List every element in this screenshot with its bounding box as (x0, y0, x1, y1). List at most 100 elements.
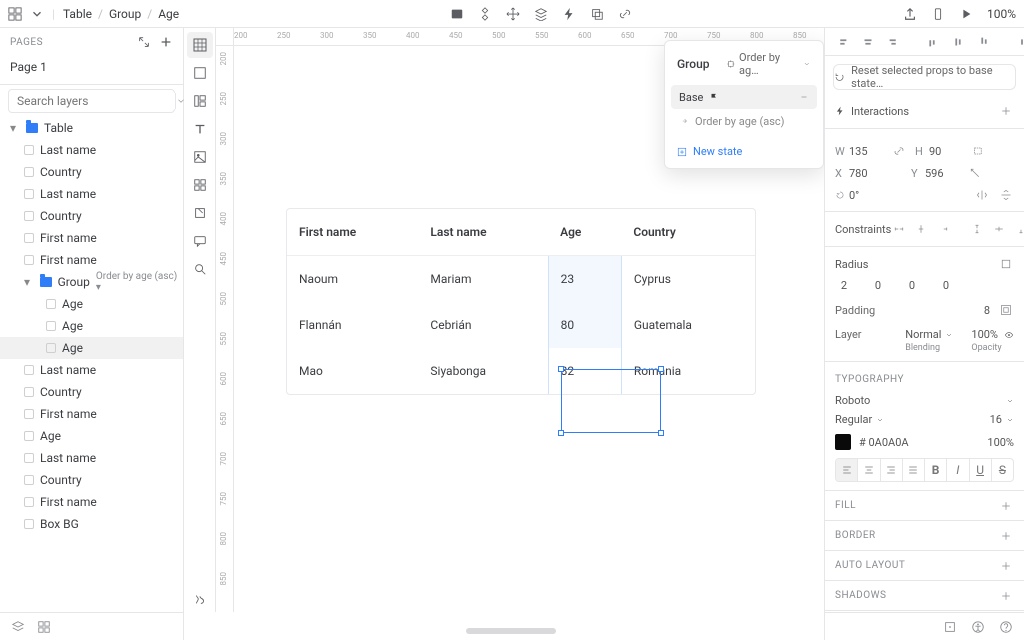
canvas-scrollbar[interactable] (466, 628, 556, 634)
new-state-button[interactable]: New state (671, 141, 817, 162)
export-tool[interactable] (187, 200, 213, 226)
section-fill[interactable]: Fill (825, 490, 1024, 520)
layer-checkbox[interactable] (24, 453, 34, 463)
layer-item[interactable]: Last name (0, 447, 183, 469)
height-field[interactable]: H90 (915, 145, 963, 158)
font-family-field[interactable]: Roboto (835, 394, 1014, 407)
overflow-icon[interactable] (971, 143, 987, 159)
constraint-h-icon[interactable] (891, 221, 907, 237)
text-tool[interactable] (187, 116, 213, 142)
font-weight-field[interactable]: Regular (835, 413, 884, 426)
table-cell[interactable]: Naoum (287, 256, 418, 303)
search-input[interactable] (15, 93, 175, 109)
opacity-field[interactable]: 100% (971, 328, 1014, 341)
text-color-swatch[interactable] (835, 434, 851, 450)
text-underline[interactable]: U (970, 459, 992, 481)
state-base[interactable]: Base (671, 85, 817, 109)
history-icon[interactable] (942, 619, 958, 635)
table-cell[interactable]: Mariam (418, 256, 548, 303)
x-field[interactable]: X780 (835, 167, 883, 180)
layer-checkbox[interactable] (24, 189, 34, 199)
image-tool[interactable] (187, 144, 213, 170)
text-color-opacity[interactable]: 100% (987, 436, 1014, 449)
table-cell[interactable]: 80 (548, 302, 621, 348)
layer-checkbox[interactable] (24, 431, 34, 441)
add-icon[interactable] (998, 588, 1014, 604)
text-align-right[interactable] (881, 459, 903, 481)
table-cell[interactable]: Cebrián (418, 302, 548, 348)
add-icon[interactable] (998, 528, 1014, 544)
tokens-tool[interactable] (187, 586, 213, 612)
table-cell[interactable]: 23 (548, 256, 621, 303)
y-field[interactable]: Y596 (911, 167, 959, 180)
constraint-vb-icon[interactable] (1013, 221, 1024, 237)
layer-item[interactable]: Last name (0, 139, 183, 161)
layer-item[interactable]: Last name (0, 183, 183, 205)
distribute-h-icon[interactable] (1015, 34, 1024, 50)
state-item[interactable]: Order by age (asc) (671, 109, 817, 133)
layer-checkbox[interactable] (24, 211, 34, 221)
layers-view-icon[interactable] (10, 619, 26, 635)
close-icon[interactable] (799, 92, 809, 102)
layer-checkbox[interactable] (24, 475, 34, 485)
layer-checkbox[interactable] (24, 145, 34, 155)
layer-checkbox[interactable] (24, 409, 34, 419)
section-shadows[interactable]: Shadows (825, 580, 1024, 610)
text-strike[interactable]: S (992, 459, 1013, 481)
grid-view-icon[interactable] (36, 619, 52, 635)
text-bold[interactable]: B (925, 459, 947, 481)
text-align-left[interactable] (836, 459, 858, 481)
move-icon[interactable] (506, 7, 520, 21)
table-row[interactable]: FlannánCebrián80Guatemala (287, 302, 755, 348)
layer-item[interactable]: Age (0, 315, 183, 337)
radius-values[interactable]: 2 0 0 0 (835, 279, 1014, 292)
constraint-hr-icon[interactable] (935, 221, 951, 237)
zoom-level[interactable]: 100% (987, 7, 1016, 21)
constraint-vc-icon[interactable] (991, 221, 1007, 237)
layer-checkbox[interactable] (24, 365, 34, 375)
layer-item[interactable]: Country (0, 381, 183, 403)
layer-checkbox[interactable] (46, 321, 56, 331)
rect-tool[interactable] (187, 60, 213, 86)
constraint-hc-icon[interactable] (913, 221, 929, 237)
font-size-field[interactable]: 16 (990, 413, 1014, 426)
table-row[interactable]: NaoumMariam23Cyprus (287, 256, 755, 303)
add-icon[interactable] (998, 558, 1014, 574)
layer-checkbox[interactable] (24, 519, 34, 529)
text-italic[interactable]: I (947, 459, 969, 481)
layer-item[interactable]: Country (0, 205, 183, 227)
padding-mode-icon[interactable] (998, 302, 1014, 318)
layer-checkbox[interactable] (46, 343, 56, 353)
padding-value[interactable]: 8 (984, 304, 990, 317)
export-icon[interactable] (903, 7, 917, 21)
layer-item[interactable]: Last name (0, 359, 183, 381)
link-wh-icon[interactable] (891, 143, 907, 159)
rotation-field[interactable]: 0° (835, 189, 883, 202)
add-interaction-icon[interactable] (998, 103, 1014, 119)
layer-checkbox[interactable] (24, 255, 34, 265)
page-item[interactable]: Page 1 (0, 56, 183, 78)
constraint-v-icon[interactable] (969, 221, 985, 237)
radius-mode-icon[interactable] (998, 256, 1014, 272)
bolt-icon[interactable] (562, 7, 576, 21)
layer-item[interactable]: First name (0, 491, 183, 513)
layer-item[interactable]: Box BG (0, 513, 183, 535)
frame-tool[interactable] (187, 32, 213, 58)
layer-checkbox[interactable] (24, 497, 34, 507)
add-icon[interactable] (998, 498, 1014, 514)
table-cell[interactable]: Flannán (287, 302, 418, 348)
help-icon[interactable] (998, 619, 1014, 635)
components-icon[interactable] (478, 7, 492, 21)
align-left-icon[interactable] (835, 34, 849, 50)
align-hcenter-icon[interactable] (861, 34, 875, 50)
search-tool[interactable] (187, 256, 213, 282)
section-auto-layout[interactable]: Auto Layout (825, 550, 1024, 580)
eye-icon[interactable] (1004, 330, 1014, 340)
layer-item[interactable]: Country (0, 161, 183, 183)
canvas[interactable]: 2002503003504004505005506006507007508008… (216, 28, 824, 612)
breadcrumb[interactable]: Table/ Group/ Age (63, 7, 179, 21)
blending-field[interactable]: Normal (905, 328, 953, 341)
table-cell[interactable]: Guatemala (621, 302, 755, 348)
layout-tool[interactable] (187, 88, 213, 114)
text-align-center[interactable] (858, 459, 880, 481)
